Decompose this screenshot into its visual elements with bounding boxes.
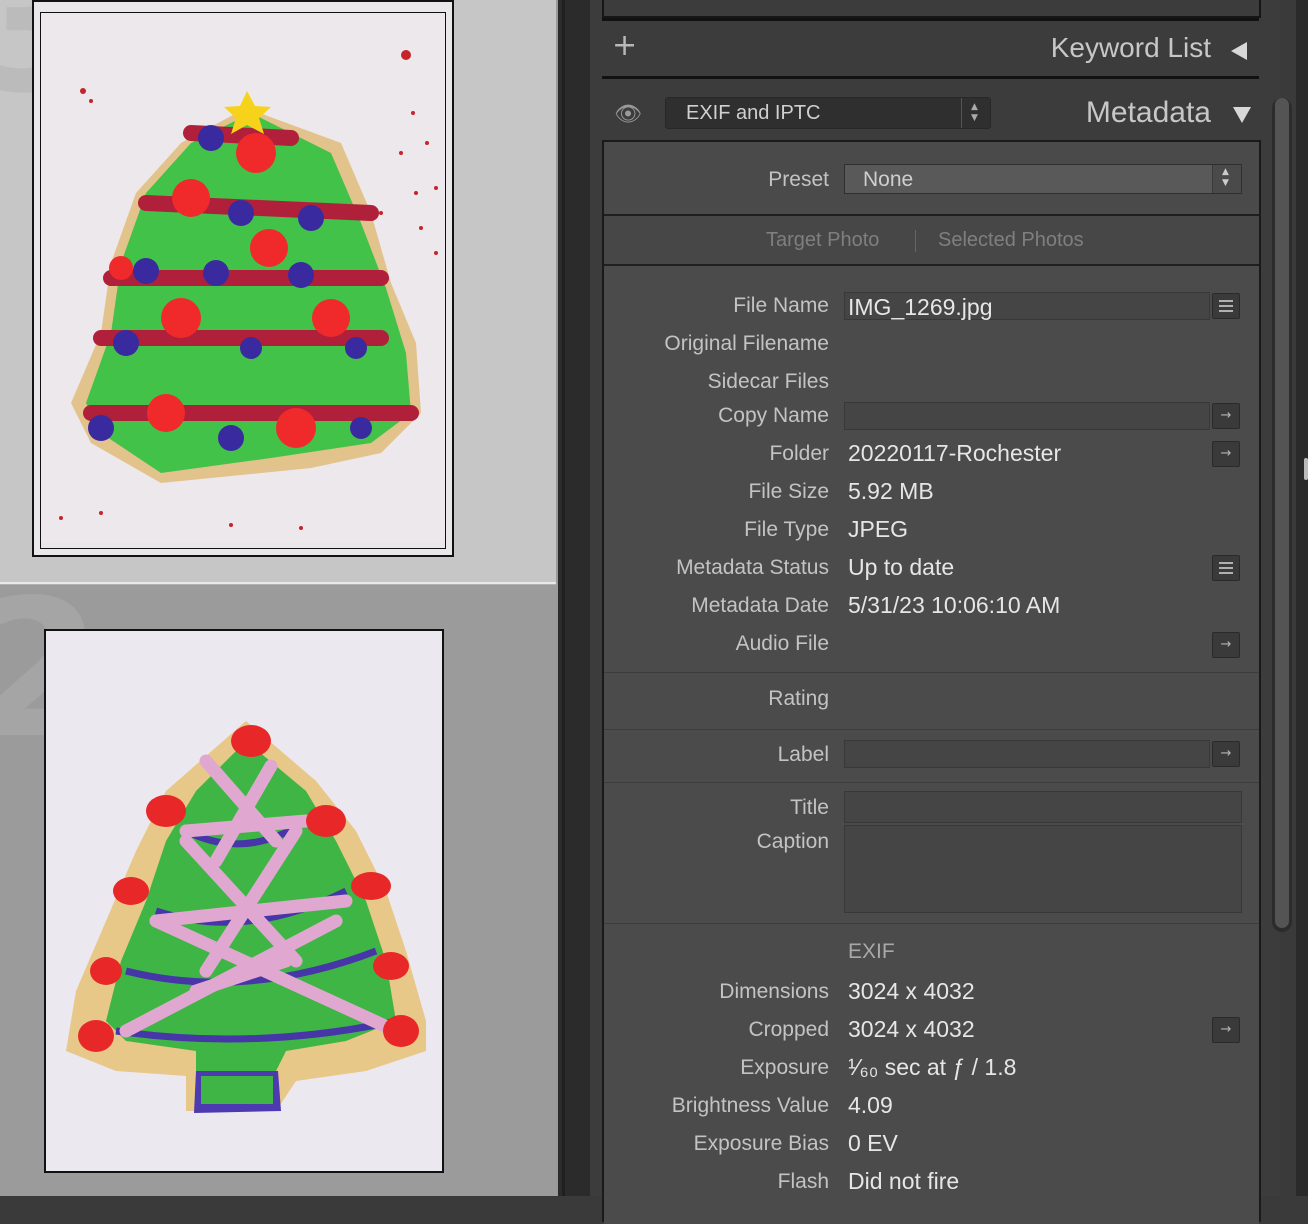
label-section: Label → [604, 730, 1259, 783]
arrow-right-icon[interactable]: → [1212, 632, 1240, 658]
tree-cookie-image [41, 13, 445, 542]
label-field[interactable] [844, 740, 1210, 768]
arrow-right-icon[interactable]: → [1212, 1017, 1240, 1043]
caption-label: Caption [756, 830, 829, 853]
brightness-value-value: 4.09 [848, 1092, 893, 1118]
arrow-right-icon[interactable]: → [1212, 441, 1240, 467]
exposure-bias-label: Exposure Bias [693, 1132, 829, 1155]
add-keyword-button[interactable]: + [612, 28, 637, 63]
file-name-label: File Name [733, 294, 829, 317]
copy-name-field[interactable] [844, 402, 1210, 430]
target-section: Target Photo Selected Photos [604, 216, 1259, 266]
separator [915, 230, 916, 252]
exposure-label: Exposure [740, 1056, 829, 1079]
exif-section: EXIF Dimensions 3024 x 4032 Cropped 3024… [604, 924, 1259, 1224]
metadata-title[interactable]: Metadata [1086, 96, 1211, 130]
caption-field[interactable] [844, 825, 1242, 913]
tree-cookie-image [46, 631, 442, 1171]
dimensions-value: 3024 x 4032 [848, 978, 975, 1004]
previous-panel-bottom [602, 0, 1261, 18]
metadata-header[interactable]: 👁 EXIF and IPTC ▲ ▼ Metadata [602, 86, 1259, 140]
keyword-list-title[interactable]: Keyword List [1051, 32, 1211, 64]
preset-value: None [863, 168, 914, 191]
metadata-body: Preset None ▲ ▼ Target Photo Selected Pho… [602, 140, 1261, 1224]
expand-arrow-icon[interactable] [1233, 107, 1251, 123]
file-size-label: File Size [748, 480, 829, 503]
file-info-section: File Name IMG_1269.jpg Original Filename… [604, 266, 1259, 673]
panel-scrollbar[interactable] [1272, 98, 1292, 932]
file-type-value: JPEG [848, 516, 909, 542]
brightness-value-label: Brightness Value [671, 1094, 829, 1117]
arrow-right-icon[interactable]: → [1212, 403, 1240, 429]
exif-heading: EXIF [848, 940, 895, 963]
cropped-label: Cropped [748, 1018, 829, 1041]
list-icon[interactable] [1212, 293, 1240, 319]
collapse-arrow-icon[interactable] [1231, 42, 1247, 60]
metadata-view-value: EXIF and IPTC [686, 102, 821, 124]
dimensions-label: Dimensions [719, 980, 829, 1003]
file-type-label: File Type [744, 518, 829, 541]
edge-handle[interactable] [1304, 458, 1308, 480]
right-panel: + Keyword List 👁 EXIF and IPTC ▲ ▼ Metada… [590, 0, 1280, 1224]
divider [602, 18, 1259, 21]
divider [602, 76, 1259, 79]
list-icon[interactable] [1212, 555, 1240, 581]
title-field[interactable] [844, 791, 1242, 823]
rating-label: Rating [768, 687, 829, 710]
grid-cell[interactable]: 3 [0, 0, 556, 584]
updown-icon: ▲ ▼ [1212, 165, 1241, 193]
folder-label: Folder [769, 442, 829, 465]
file-name-value: IMG_1269.jpg [848, 294, 993, 320]
grid-cell[interactable]: 2 [0, 575, 556, 1196]
metadata-status-value: Up to date [848, 554, 955, 580]
file-size-value: 5.92 MB [848, 478, 934, 504]
folder-value: 20220117-Rochester [848, 440, 1062, 466]
exposure-value: ¹⁄₆₀ sec at ƒ / 1.8 [848, 1054, 1017, 1080]
rating-section: Rating [604, 673, 1259, 730]
selected-photos-toggle[interactable]: Selected Photos [938, 229, 1084, 252]
cropped-value: 3024 x 4032 [848, 1016, 975, 1042]
photo-thumbnail[interactable] [32, 0, 454, 557]
metadata-date-value: 5/31/23 10:06:10 AM [848, 592, 1061, 618]
preset-label: Preset [768, 168, 829, 191]
target-photo-toggle[interactable]: Target Photo [766, 229, 879, 252]
preset-section: Preset None ▲ ▼ [604, 142, 1259, 216]
original-filename-label: Original Filename [664, 332, 829, 355]
label-label: Label [777, 743, 829, 766]
keyword-list-header[interactable]: + Keyword List [602, 22, 1259, 74]
audio-file-label: Audio File [735, 632, 829, 655]
metadata-date-label: Metadata Date [691, 594, 829, 617]
photo-thumbnail[interactable] [44, 629, 444, 1173]
panel-divider[interactable] [558, 0, 590, 1196]
flash-label: Flash [777, 1170, 829, 1193]
flash-value: Did not fire [848, 1168, 960, 1194]
preset-select[interactable]: None ▲ ▼ [844, 164, 1242, 194]
photo-grid[interactable]: 3 [0, 0, 558, 1196]
copy-name-label: Copy Name [718, 404, 829, 427]
updown-icon: ▲ ▼ [961, 98, 990, 128]
title-label: Title [790, 796, 829, 819]
metadata-view-select[interactable]: EXIF and IPTC ▲ ▼ [665, 97, 991, 129]
arrow-right-icon[interactable]: → [1212, 741, 1240, 767]
window-edge [1296, 0, 1308, 1196]
sidecar-files-label: Sidecar Files [707, 370, 829, 393]
metadata-status-label: Metadata Status [676, 556, 829, 579]
title-caption-section: Title Caption [604, 783, 1259, 924]
eye-icon[interactable]: 👁 [614, 102, 642, 127]
exposure-bias-value: 0 EV [848, 1130, 898, 1156]
scrollbar-thumb[interactable] [1275, 98, 1289, 928]
